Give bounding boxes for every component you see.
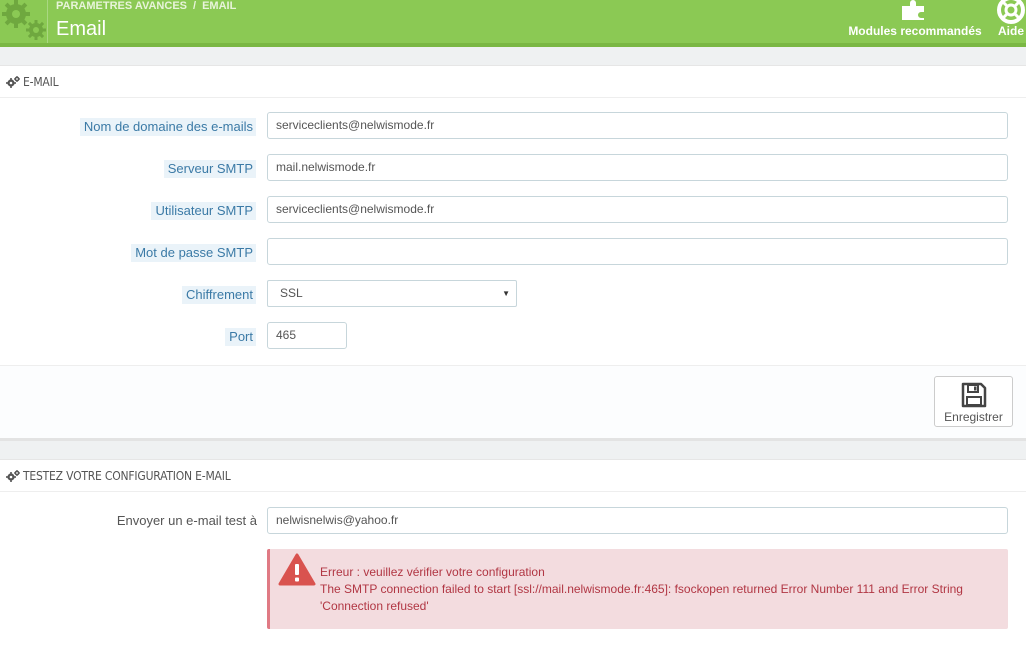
save-label: Enregistrer xyxy=(944,410,1003,424)
domain-label-wrap: Nom de domaine des e-mails xyxy=(0,118,256,136)
smtp-password-label-wrap: Mot de passe SMTP xyxy=(0,244,256,262)
smtp-password-label: Mot de passe SMTP xyxy=(131,244,256,262)
breadcrumb-item[interactable]: PARAMETRES AVANCES xyxy=(56,0,187,12)
port-label-wrap: Port xyxy=(0,328,256,346)
help-label: Aide xyxy=(997,24,1024,38)
smtp-server-input[interactable]: mail.nelwismode.fr xyxy=(267,154,1008,181)
cogs-icon xyxy=(6,469,20,482)
error-alert: Erreur : veuillez vérifier votre configu… xyxy=(267,549,1008,629)
breadcrumb: PARAMETRES AVANCES / EMAIL xyxy=(56,0,236,13)
test-email-panel: TESTEZ VOTRE CONFIGURATION E-MAIL Envoye… xyxy=(0,459,1026,649)
puzzle-icon xyxy=(900,0,928,23)
send-test-label: Envoyer un e-mail test à xyxy=(116,513,257,528)
test-email-input[interactable]: nelwisnelwis@yahoo.fr xyxy=(267,507,1008,534)
domain-label: Nom de domaine des e-mails xyxy=(79,118,256,136)
smtp-user-input[interactable]: serviceclients@nelwismode.fr xyxy=(267,196,1008,223)
panel-footer: Enregistrer xyxy=(0,365,1026,439)
breadcrumb-item[interactable]: EMAIL xyxy=(202,0,236,12)
email-settings-panel: E-MAIL Nom de domaine des e-mails servic… xyxy=(0,65,1026,439)
admin-gears-icon xyxy=(0,0,48,43)
encryption-select[interactable]: SSL ▼ xyxy=(267,280,517,307)
recommended-modules-label: Modules recommandés xyxy=(848,24,982,38)
panel-separator xyxy=(0,438,1026,441)
smtp-user-label: Utilisateur SMTP xyxy=(151,202,256,220)
save-button[interactable]: Enregistrer xyxy=(934,376,1013,427)
warning-icon xyxy=(278,553,316,592)
breadcrumb-separator: / xyxy=(193,0,197,12)
panel-heading: E-MAIL xyxy=(0,66,1026,98)
error-message: The SMTP connection failed to start [ssl… xyxy=(320,582,963,613)
smtp-password-input[interactable] xyxy=(267,238,1008,265)
port-input[interactable]: 465 xyxy=(267,322,347,349)
smtp-user-label-wrap: Utilisateur SMTP xyxy=(0,202,256,220)
domain-input[interactable]: serviceclients@nelwismode.fr xyxy=(267,112,1008,139)
port-label: Port xyxy=(225,328,256,346)
panel-heading: TESTEZ VOTRE CONFIGURATION E-MAIL xyxy=(0,460,1026,492)
panel-title: E-MAIL xyxy=(23,74,59,89)
error-text: Erreur : veuillez vérifier votre configu… xyxy=(320,564,1000,615)
floppy-disk-icon xyxy=(961,382,987,411)
error-title: Erreur : veuillez vérifier votre configu… xyxy=(320,565,545,579)
cogs-icon xyxy=(6,75,20,88)
encryption-label: Chiffrement xyxy=(182,286,256,304)
encryption-selected-value: SSL xyxy=(280,286,303,300)
lifebuoy-icon xyxy=(996,0,1026,27)
page-title: Email xyxy=(56,18,107,40)
smtp-server-label: Serveur SMTP xyxy=(163,160,256,178)
smtp-server-label-wrap: Serveur SMTP xyxy=(0,160,256,178)
page-header: PARAMETRES AVANCES / EMAIL Email Modules r… xyxy=(0,0,1026,46)
encryption-label-wrap: Chiffrement xyxy=(0,286,256,304)
header-divider xyxy=(0,43,1026,47)
caret-down-icon: ▼ xyxy=(502,289,510,298)
panel-title: TESTEZ VOTRE CONFIGURATION E-MAIL xyxy=(23,468,231,483)
